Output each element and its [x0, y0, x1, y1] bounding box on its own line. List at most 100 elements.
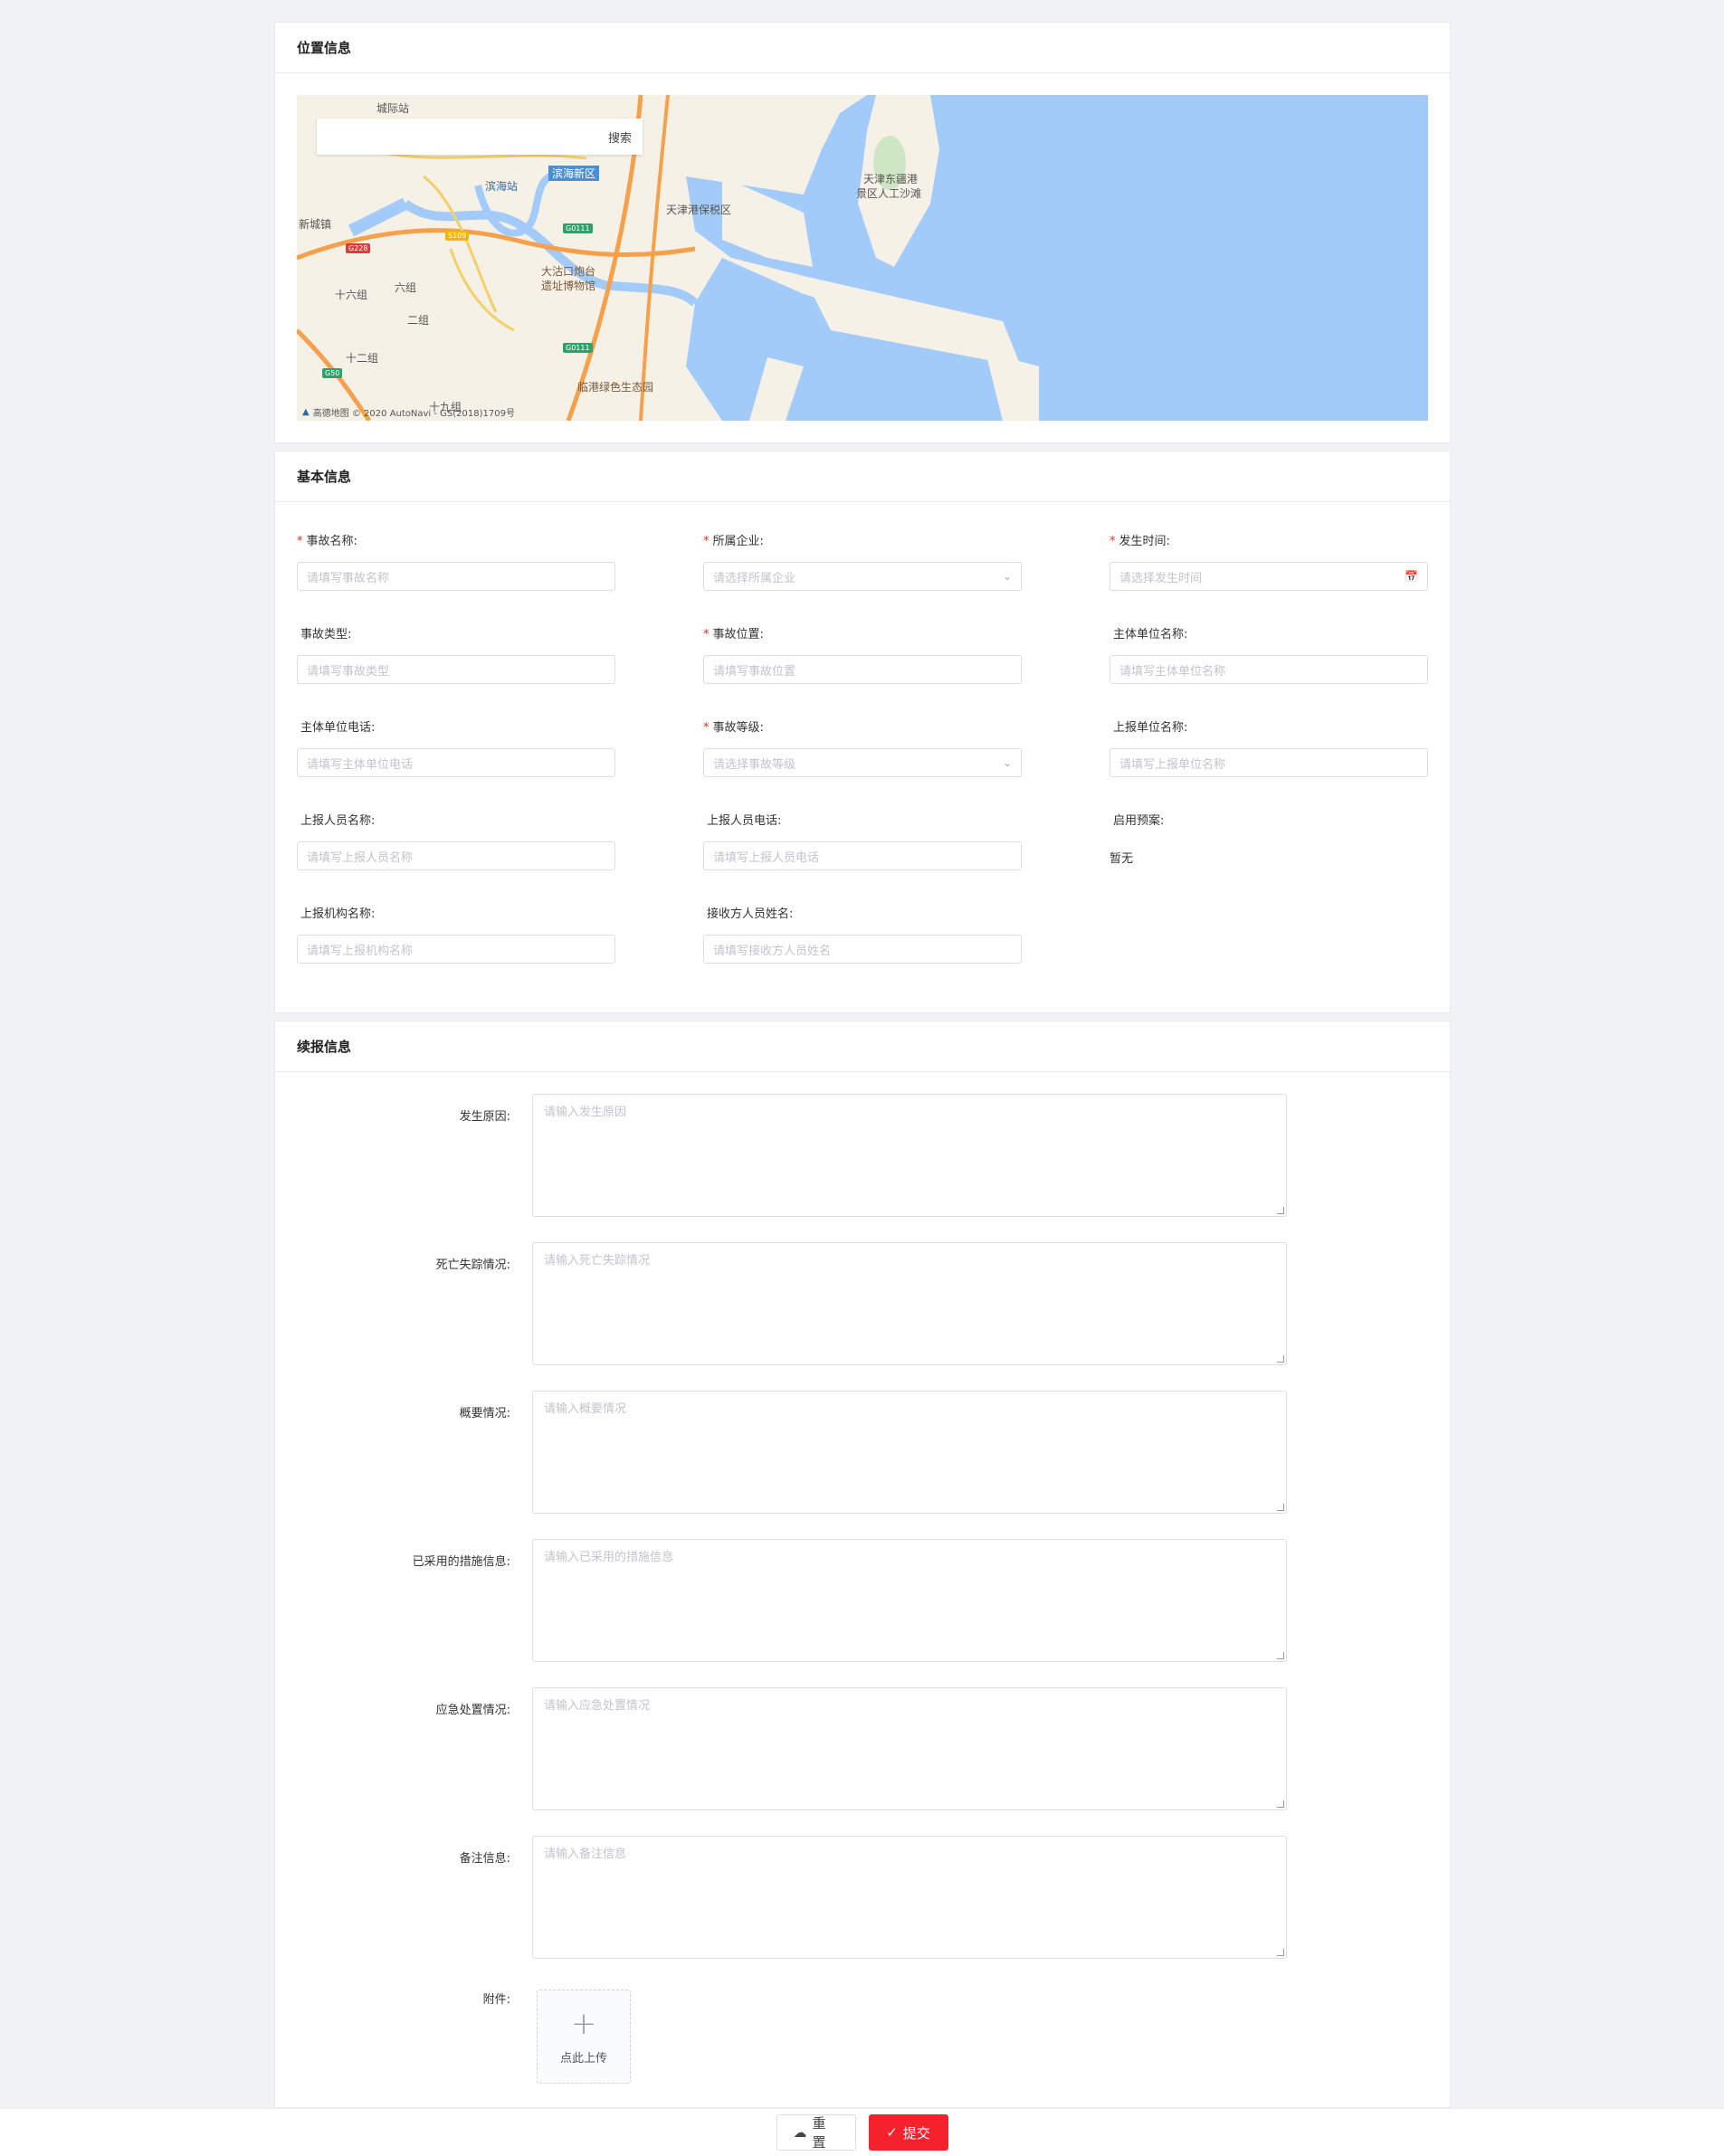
accident-name-field: * 事故名称: 请填写事故名称 — [297, 533, 615, 591]
placeholder: 请输入概要情况 — [544, 1402, 627, 1416]
placeholder: 请选择所属企业 — [713, 571, 796, 585]
placeholder: 请填写上报人员电话 — [713, 850, 820, 865]
accident-type-input[interactable]: 请填写事故类型 — [297, 655, 615, 684]
report-unit-name-field: 上报单位名称: 请填写上报单位名称 — [1110, 719, 1428, 777]
main-unit-name-field: 主体单位名称: 请填写主体单位名称 — [1110, 626, 1428, 684]
field-label: 主体单位名称: — [1113, 628, 1188, 641]
placeholder: 请填写主体单位电话 — [307, 757, 414, 772]
basic-info-card: 基本信息 * 事故名称: 请填写事故名称 * 所属企业: 请选择所属企业 ⌄ * 发生时… — [274, 451, 1451, 1013]
placeholder: 请填写主体单位名称 — [1119, 664, 1226, 679]
remark-label: 备注信息: — [459, 1852, 510, 1866]
field-label: 发生时间: — [1119, 535, 1170, 548]
summary-textarea[interactable]: 请输入概要情况 — [532, 1391, 1287, 1514]
company-select[interactable]: 请选择所属企业 ⌄ — [703, 562, 1022, 591]
map-label: 大沽口炮台 — [541, 265, 596, 278]
placeholder: 请选择发生时间 — [1119, 571, 1203, 585]
casualty-textarea[interactable]: 请输入死亡失踪情况 — [532, 1242, 1287, 1365]
measures-label: 已采用的措施信息: — [412, 1555, 510, 1569]
placeholder: 请输入备注信息 — [544, 1847, 627, 1861]
resize-handle-icon[interactable] — [1277, 1949, 1284, 1956]
placeholder: 请填写上报单位名称 — [1119, 757, 1226, 772]
calendar-icon: 📅 — [1405, 570, 1418, 583]
cloud-icon: ☁ — [793, 2124, 807, 2141]
plan-field: 启用预案: 暂无 — [1110, 812, 1428, 866]
placeholder: 请输入已采用的措施信息 — [544, 1551, 674, 1564]
resize-handle-icon[interactable] — [1277, 1207, 1284, 1214]
upload-button[interactable]: + 点此上传 — [537, 1990, 631, 2084]
report-unit-name-input[interactable]: 请填写上报单位名称 — [1110, 748, 1428, 777]
map-label: 新城镇 — [299, 218, 332, 231]
cause-textarea[interactable]: 请输入发生原因 — [532, 1094, 1287, 1217]
summary-label: 概要情况: — [459, 1407, 510, 1420]
plus-icon: + — [570, 2005, 597, 2042]
map-search-button[interactable]: 搜索 — [608, 128, 632, 146]
placeholder: 请填写上报机构名称 — [307, 944, 414, 958]
map-label: 天津港保税区 — [666, 204, 732, 216]
reset-button[interactable]: ☁ 重置 — [776, 2114, 856, 2151]
field-label: 接收方人员姓名: — [707, 907, 794, 921]
map-label: 六组 — [395, 281, 417, 294]
accident-name-input[interactable]: 请填写事故名称 — [297, 562, 615, 591]
receiver-name-input[interactable]: 请填写接收方人员姓名 — [703, 935, 1022, 964]
accident-level-field: * 事故等级: 请选择事故等级 ⌄ — [703, 719, 1022, 777]
required-mark: * — [297, 535, 303, 548]
measures-textarea[interactable]: 请输入已采用的措施信息 — [532, 1539, 1287, 1662]
occur-time-field: * 发生时间: 请选择发生时间 📅 — [1110, 533, 1428, 591]
field-label: 事故等级: — [712, 721, 764, 735]
field-label: 启用预案: — [1113, 814, 1165, 828]
reporter-name-input[interactable]: 请填写上报人员名称 — [297, 841, 615, 870]
map-label: 遗址博物馆 — [541, 280, 596, 292]
placeholder: 请选择事故等级 — [713, 757, 796, 772]
chevron-down-icon: ⌄ — [1002, 756, 1012, 769]
submit-label: 提交 — [902, 2124, 930, 2142]
map-search-input[interactable] — [317, 119, 608, 155]
road-badge: S109 — [445, 231, 470, 241]
location-title: 位置信息 — [275, 23, 1450, 73]
accident-type-field: 事故类型: 请填写事故类型 — [297, 626, 615, 684]
emergency-textarea[interactable]: 请输入应急处置情况 — [532, 1687, 1287, 1810]
resize-handle-icon[interactable] — [1277, 1800, 1284, 1808]
required-mark: * — [703, 721, 710, 735]
report-org-name-input[interactable]: 请填写上报机构名称 — [297, 935, 615, 964]
remark-textarea[interactable]: 请输入备注信息 — [532, 1836, 1287, 1959]
resize-handle-icon[interactable] — [1277, 1504, 1284, 1511]
accident-level-select[interactable]: 请选择事故等级 ⌄ — [703, 748, 1022, 777]
followup-card: 续报信息 发生原因: 请输入发生原因 死亡失踪情况: 请输入死亡失踪情况 概要情… — [274, 1021, 1451, 2108]
required-mark: * — [703, 535, 710, 548]
map-label: 二组 — [407, 314, 430, 327]
placeholder: 请填写接收方人员姓名 — [713, 944, 832, 958]
submit-button[interactable]: ✓ 提交 — [868, 2114, 948, 2151]
check-icon: ✓ — [886, 2124, 898, 2141]
field-label: 主体单位电话: — [300, 721, 376, 735]
plan-value: 暂无 — [1110, 852, 1134, 866]
location-card: 位置信息 搜索 城际站 滨海站 滨海新区 天津港保税区 天津东疆港 景区人工沙滩… — [274, 22, 1451, 443]
field-label: 上报人员电话: — [707, 814, 782, 828]
placeholder: 请输入发生原因 — [544, 1106, 627, 1119]
emergency-label: 应急处置情况: — [435, 1704, 510, 1717]
receiver-name-field: 接收方人员姓名: 请填写接收方人员姓名 — [703, 906, 1022, 964]
reporter-phone-input[interactable]: 请填写上报人员电话 — [703, 841, 1022, 870]
occur-time-picker[interactable]: 请选择发生时间 📅 — [1110, 562, 1428, 591]
placeholder: 请填写事故名称 — [307, 571, 390, 585]
field-label: 上报单位名称: — [1113, 721, 1188, 735]
main-unit-name-input[interactable]: 请填写主体单位名称 — [1110, 655, 1428, 684]
road-badge: G228 — [346, 243, 371, 253]
map-label: 城际站 — [376, 102, 410, 115]
field-label: 上报机构名称: — [300, 907, 376, 921]
map[interactable]: 搜索 城际站 滨海站 滨海新区 天津港保税区 天津东疆港 景区人工沙滩 新城镇 … — [297, 95, 1428, 421]
report-org-name-field: 上报机构名称: 请填写上报机构名称 — [297, 906, 615, 964]
reset-label: 重置 — [812, 2115, 826, 2151]
map-label: 天津东疆港 — [863, 173, 919, 185]
map-label: 滨海新区 — [548, 166, 600, 181]
map-label: 十六组 — [335, 289, 368, 301]
accident-location-input[interactable]: 请填写事故位置 — [703, 655, 1022, 684]
resize-handle-icon[interactable] — [1277, 1355, 1284, 1363]
required-mark: * — [1110, 535, 1116, 548]
resize-handle-icon[interactable] — [1277, 1652, 1284, 1659]
company-field: * 所属企业: 请选择所属企业 ⌄ — [703, 533, 1022, 591]
main-unit-phone-input[interactable]: 请填写主体单位电话 — [297, 748, 615, 777]
upload-text: 点此上传 — [559, 2051, 607, 2066]
followup-title: 续报信息 — [275, 1021, 1450, 1072]
reporter-phone-field: 上报人员电话: 请填写上报人员电话 — [703, 812, 1022, 870]
field-label: 所属企业: — [712, 535, 764, 548]
